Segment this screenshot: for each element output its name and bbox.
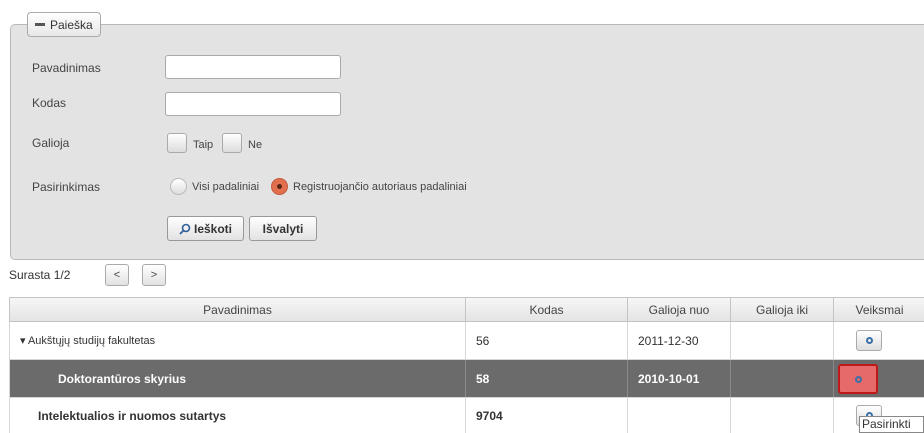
code-label: Kodas: [32, 96, 67, 110]
row-code: 58: [466, 360, 628, 397]
name-label: Pavadinimas: [32, 61, 101, 75]
table-row-selected[interactable]: Doktorantūros skyrius 58 2010-10-01: [9, 360, 924, 398]
found-count: Surasta 1/2: [9, 268, 71, 282]
table-header: Pavadinimas Kodas Galioja nuo Galioja ik…: [9, 297, 924, 322]
search-button[interactable]: Ieškoti: [167, 216, 244, 241]
row-actions-cell: [834, 360, 924, 397]
column-valid-to[interactable]: Galioja iki: [731, 298, 834, 321]
prev-page-button[interactable]: <: [105, 264, 129, 286]
row-valid-to: [731, 360, 834, 397]
choice-author-radio[interactable]: [271, 178, 288, 195]
gear-icon: [865, 337, 873, 344]
search-panel: [10, 24, 924, 260]
gear-icon: [854, 375, 862, 383]
row-valid-from: 2010-10-01: [628, 360, 731, 397]
row-valid-to: [731, 398, 834, 433]
tooltip: Pasirinkti: [859, 416, 924, 433]
search-button-label: Ieškoti: [193, 221, 232, 236]
column-actions: Veiksmai: [855, 302, 904, 317]
row-valid-from: [628, 398, 731, 433]
minus-icon: [35, 23, 45, 26]
valid-yes-checkbox[interactable]: [167, 133, 187, 153]
search-panel-legend: Paieška: [50, 17, 93, 32]
select-action-button[interactable]: [856, 330, 882, 351]
valid-label: Galioja: [32, 136, 70, 150]
column-name[interactable]: Pavadinimas: [10, 298, 466, 321]
column-code[interactable]: Kodas: [466, 298, 628, 321]
row-valid-from: 2011-12-30: [628, 322, 731, 359]
column-valid-from[interactable]: Galioja nuo: [628, 298, 731, 321]
code-input[interactable]: [165, 92, 341, 116]
row-code: 9704: [466, 398, 628, 433]
next-page-button[interactable]: >: [142, 264, 166, 286]
valid-no-checkbox[interactable]: [222, 133, 242, 153]
row-actions-cell: [834, 322, 924, 359]
table-row[interactable]: Intelektualios ir nuomos sutartys 9704: [9, 398, 924, 433]
search-icon: [179, 223, 191, 235]
select-action-button[interactable]: [838, 364, 878, 394]
choice-author-label: Registruojančio autoriaus padaliniai: [293, 181, 467, 193]
clear-button[interactable]: Išvalyti: [249, 216, 317, 241]
choice-all-label: Visi padaliniai: [192, 181, 260, 193]
search-panel-toggle[interactable]: Paieška: [27, 12, 101, 37]
valid-no-label: Ne: [248, 139, 263, 151]
clear-button-label: Išvalyti: [262, 221, 304, 236]
row-valid-to: [731, 322, 834, 359]
choice-label: Pasirinkimas: [32, 180, 101, 194]
row-name: ▾ Aukštųjų studijų fakultetas: [10, 322, 466, 359]
choice-all-radio[interactable]: [170, 178, 187, 195]
row-name: Doktorantūros skyrius: [10, 360, 466, 397]
row-code: 56: [466, 322, 628, 359]
table-row[interactable]: ▾ Aukštųjų studijų fakultetas 56 2011-12…: [9, 322, 924, 360]
valid-yes-label: Taip: [193, 139, 214, 151]
name-input[interactable]: [165, 55, 341, 79]
row-name: Intelektualios ir nuomos sutartys: [10, 398, 466, 433]
